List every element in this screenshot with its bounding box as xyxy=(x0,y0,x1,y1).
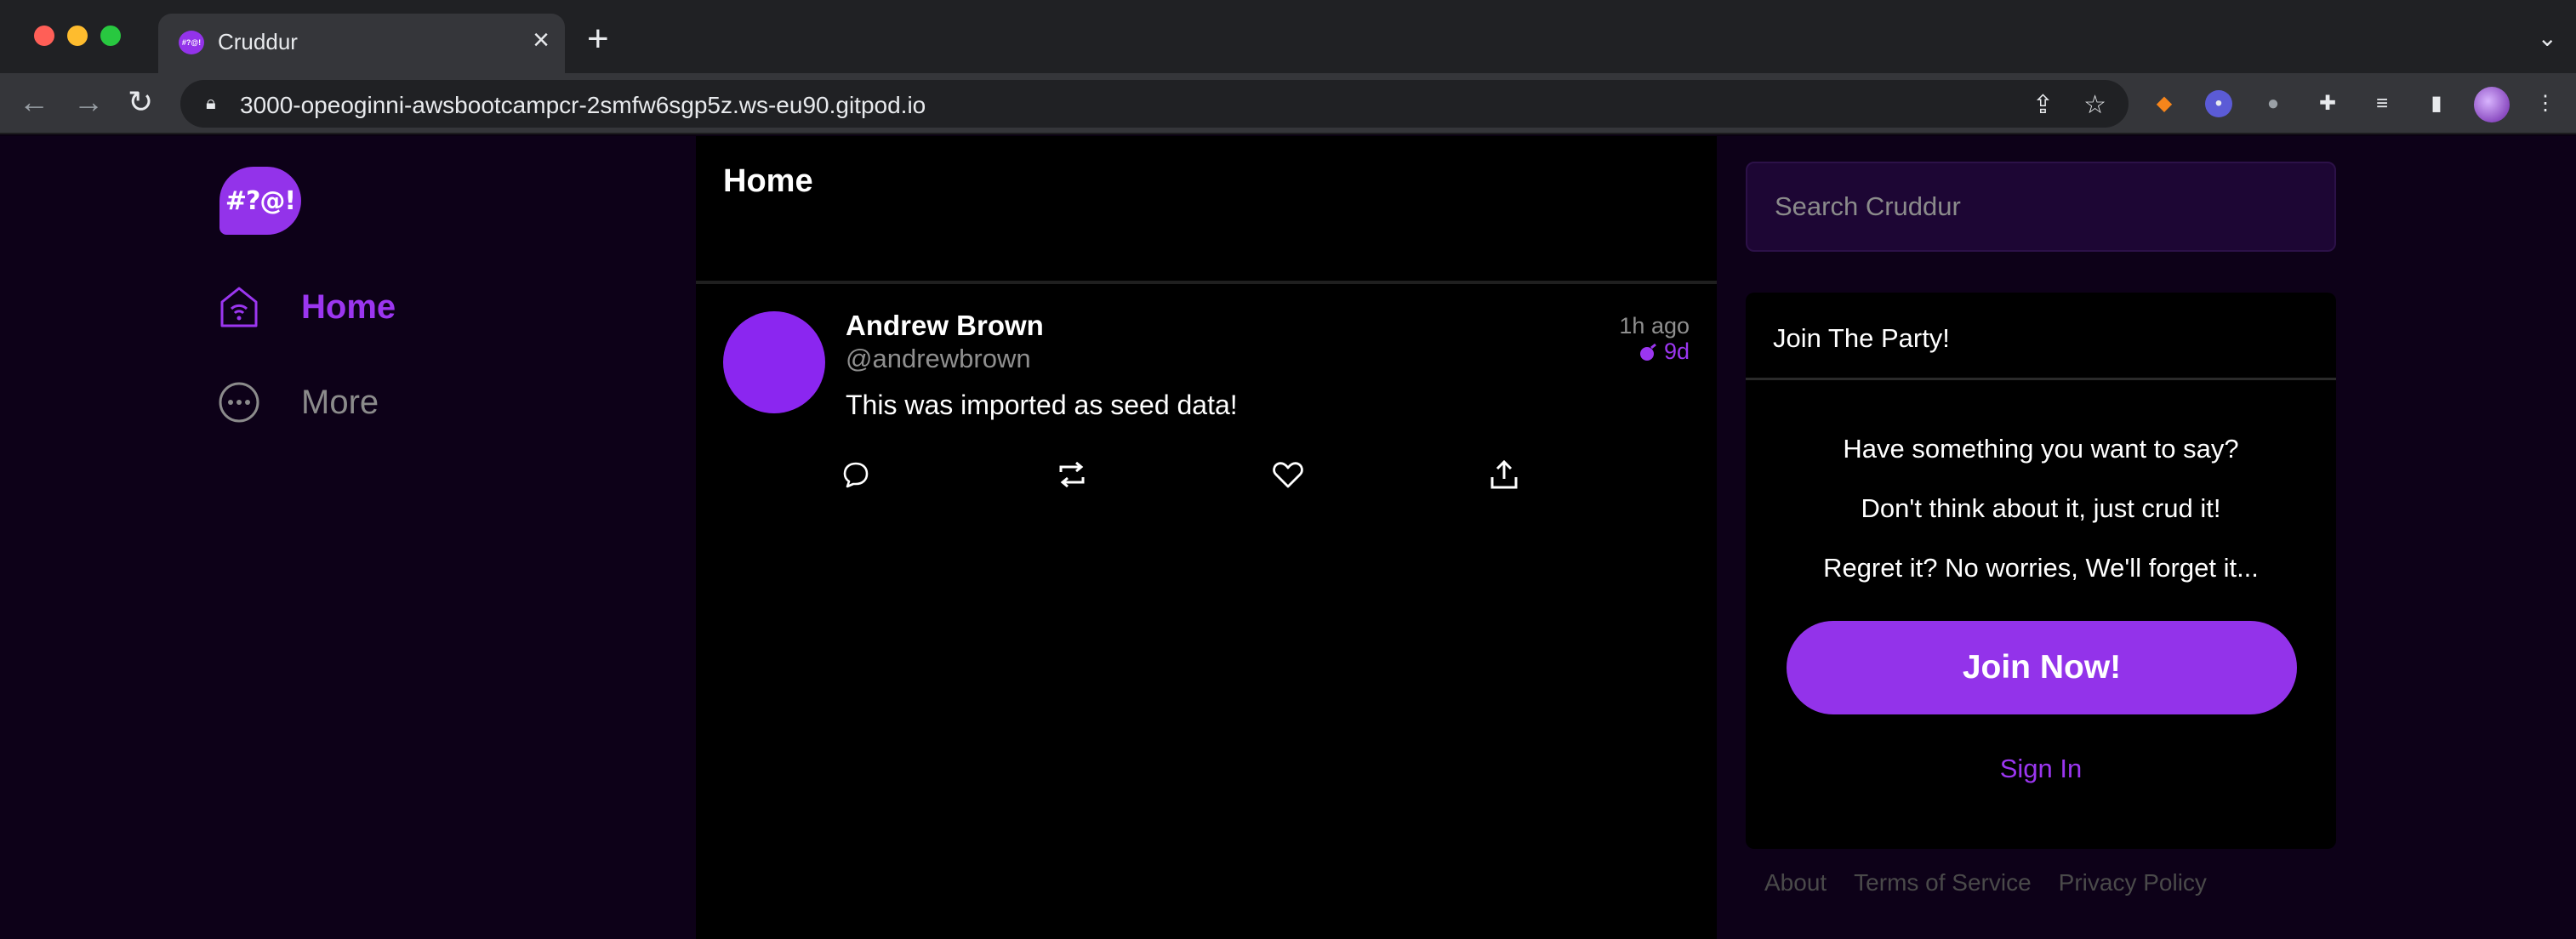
new-tab-button[interactable]: + xyxy=(587,20,609,58)
share-button[interactable] xyxy=(1487,458,1521,492)
join-now-button[interactable]: Join Now! xyxy=(1787,621,2297,714)
sidebar-item-label: More xyxy=(301,383,379,421)
sidebar-item-more[interactable]: More xyxy=(218,381,379,424)
bomb-icon xyxy=(1639,343,1656,361)
browser-toolbar: ← → ↻ 🔒︎ 3000-opeoginni-awsbootcampcr-2s… xyxy=(0,73,2576,134)
created-time: 1h ago xyxy=(1619,313,1690,339)
close-window-button[interactable] xyxy=(34,26,54,46)
about-link[interactable]: About xyxy=(1764,869,1827,896)
tab-close-icon[interactable]: × xyxy=(533,26,550,54)
tab-favicon-icon: #?@! xyxy=(179,31,204,54)
home-icon xyxy=(218,286,260,328)
sidebar-item-home[interactable]: Home xyxy=(218,286,396,328)
privacy-link[interactable]: Privacy Policy xyxy=(2059,869,2207,896)
right-column: Join The Party! Have something you want … xyxy=(1717,136,2576,939)
fox-extension-icon[interactable]: ◆ xyxy=(2151,90,2178,117)
share-icon[interactable]: ⇪ xyxy=(2032,90,2054,120)
repost-button[interactable] xyxy=(1055,458,1089,492)
browser-tab-bar: #?@! Cruddur × + ⌄ xyxy=(0,0,2576,73)
mask-extension-icon[interactable]: • xyxy=(2205,90,2232,117)
puzzle-icon[interactable]: ✚ xyxy=(2314,90,2341,117)
browser-tab[interactable]: #?@! Cruddur × xyxy=(158,14,565,73)
heart-icon xyxy=(1273,462,1303,488)
lock-icon[interactable]: 🔒︎ xyxy=(206,92,216,114)
divider xyxy=(1746,378,2336,380)
join-title: Join The Party! xyxy=(1773,323,1950,353)
reply-icon xyxy=(843,462,869,488)
page-title: Home xyxy=(723,163,813,199)
expires-badge: 9d xyxy=(1638,339,1690,365)
terms-link[interactable]: Terms of Service xyxy=(1854,869,2032,896)
join-text-line: Have something you want to say? xyxy=(1843,434,2239,464)
kebab-menu-icon[interactable]: ⋮ xyxy=(2532,90,2559,117)
repost-icon xyxy=(1059,461,1085,488)
like-button[interactable] xyxy=(1271,458,1305,492)
bookmark-star-icon[interactable]: ☆ xyxy=(2083,90,2106,120)
activity-actions xyxy=(839,458,1519,492)
maximize-window-button[interactable] xyxy=(100,26,121,46)
join-text-line: Regret it? No worries, We'll forget it..… xyxy=(1823,553,2259,583)
bean-extension-icon[interactable]: ● xyxy=(2260,90,2287,117)
back-button[interactable]: ← xyxy=(19,87,49,117)
address-bar[interactable]: 🔒︎ 3000-opeoginni-awsbootcampcr-2smfw6sg… xyxy=(180,80,2129,128)
feed: Home Andrew Brown @andrewbrown This was … xyxy=(696,136,1717,939)
reply-button[interactable] xyxy=(839,458,873,492)
expires-text: 9d xyxy=(1663,339,1690,364)
cruddur-app: #?@! Home More Home Andrew Brown @andrew… xyxy=(0,136,2576,939)
feed-header: Home xyxy=(696,136,1717,284)
profile-avatar[interactable] xyxy=(2474,87,2510,122)
more-icon xyxy=(218,381,260,424)
media-icon[interactable]: ≡ xyxy=(2368,90,2396,117)
sign-in-link[interactable]: Sign In xyxy=(1746,754,2336,784)
minimize-window-button[interactable] xyxy=(67,26,88,46)
reload-button[interactable]: ↻ xyxy=(128,87,153,117)
tab-title: Cruddur xyxy=(218,29,298,54)
search-input[interactable] xyxy=(1746,162,2336,252)
activity-message: This was imported as seed data! xyxy=(846,390,1238,420)
join-party-box: Join The Party! Have something you want … xyxy=(1746,293,2336,849)
cruddur-logo[interactable]: #?@! xyxy=(219,167,301,235)
avatar[interactable] xyxy=(723,311,825,413)
sidebar-item-label: Home xyxy=(301,287,396,326)
side-panel-icon[interactable]: ▮ xyxy=(2423,90,2450,117)
footer-links: About Terms of Service Privacy Policy xyxy=(1764,869,2207,896)
share-icon xyxy=(1490,459,1518,489)
forward-button[interactable]: → xyxy=(73,87,104,117)
display-name[interactable]: Andrew Brown xyxy=(846,310,1044,342)
sidebar: #?@! Home More xyxy=(0,136,696,939)
url-text[interactable]: 3000-opeoginni-awsbootcampcr-2smfw6sgp5z… xyxy=(240,92,926,119)
join-text-line: Don't think about it, just crud it! xyxy=(1861,493,2221,523)
activity-item[interactable]: Andrew Brown @andrewbrown This was impor… xyxy=(696,284,1717,505)
tab-search-chevron-icon[interactable]: ⌄ xyxy=(2538,24,2557,52)
user-handle[interactable]: @andrewbrown xyxy=(846,344,1031,374)
